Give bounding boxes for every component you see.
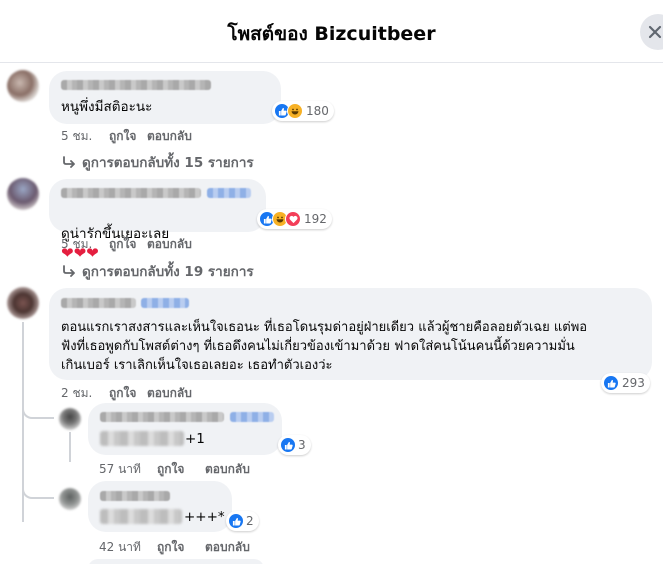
replier-badge-redacted [230, 412, 274, 422]
comment-bubble: หนูพึ่งมีสติอะนะ [49, 71, 281, 124]
view-replies-label: ดูการตอบกลับทั้ง 19 รายการ [82, 264, 254, 280]
reply-action[interactable]: ตอบกลับ [147, 235, 192, 254]
reply-text-suffix: +++* [184, 509, 225, 525]
reaction-count: 2 [246, 514, 254, 528]
view-replies-label: ดูการตอบกลับทั้ง 15 รายการ [82, 155, 254, 171]
like-reaction-icon [603, 375, 619, 391]
comment-meta: 5 ชม. ถูกใจ ตอบกลับ [61, 235, 192, 254]
post-dialog-header: โพสต์ของ Bizcuitbeer [0, 0, 663, 63]
commenter-badge-redacted [141, 298, 189, 308]
avatar[interactable] [7, 178, 39, 210]
view-replies-link[interactable]: ดูการตอบกลับทั้ง 15 รายการ [62, 151, 254, 173]
replier-name-redacted[interactable] [100, 491, 170, 501]
comment-timestamp[interactable]: 5 ชม. [61, 235, 109, 254]
close-icon [648, 25, 662, 39]
reaction-count: 180 [306, 104, 329, 118]
like-action[interactable]: ถูกใจ [157, 460, 205, 479]
commenter-name-redacted[interactable] [61, 80, 211, 90]
avatar[interactable] [59, 488, 81, 510]
avatar[interactable] [59, 408, 81, 430]
reaction-summary[interactable]: 293 [601, 373, 650, 393]
like-reaction-icon [228, 513, 244, 529]
reaction-summary[interactable]: 180 [272, 101, 334, 121]
avatar[interactable] [7, 70, 39, 102]
reaction-count: 192 [304, 212, 327, 226]
love-reaction-icon [285, 211, 301, 227]
reply-timestamp[interactable]: 57 นาที [99, 460, 157, 479]
reaction-summary[interactable]: 2 [226, 511, 259, 531]
reply-text-redacted [100, 509, 182, 524]
reaction-summary[interactable]: 3 [278, 435, 311, 455]
reply-connector [22, 395, 54, 419]
reaction-count: 293 [622, 376, 645, 390]
like-action[interactable]: ถูกใจ [157, 538, 205, 557]
reply-bubble-partial [88, 559, 264, 564]
comment-timestamp[interactable]: 2 ชม. [61, 384, 109, 403]
comment-bubble: ดูน่ารักขึ้นเยอะเลย ❤❤❤ [49, 179, 266, 262]
comment-meta: 2 ชม. ถูกใจ ตอบกลับ [61, 384, 192, 403]
view-replies-link[interactable]: ดูการตอบกลับทั้ง 19 รายการ [62, 260, 254, 282]
reply-action[interactable]: ตอบกลับ [205, 460, 250, 479]
avatar[interactable] [7, 287, 39, 319]
reply-meta: 42 นาที ถูกใจ ตอบกลับ [99, 538, 250, 557]
like-action[interactable]: ถูกใจ [109, 384, 147, 403]
haha-reaction-icon [287, 103, 303, 119]
like-action[interactable]: ถูกใจ [109, 127, 147, 146]
reply-action[interactable]: ตอบกลับ [147, 127, 192, 146]
commenter-badge-redacted [207, 188, 251, 198]
comment-bubble: ตอนแรกเราสงสารและเห็นใจเธอนะ ที่เธอโดนรุ… [49, 288, 652, 380]
reply-text-redacted [100, 431, 184, 446]
thread-line [69, 432, 71, 462]
reply-text-suffix: +1 [185, 431, 205, 447]
reply-bubble: +++* [88, 481, 232, 532]
reply-connector [22, 475, 54, 499]
reaction-count: 3 [298, 438, 306, 452]
comment-meta: 5 ชม. ถูกใจ ตอบกลับ [61, 127, 192, 146]
like-action[interactable]: ถูกใจ [109, 235, 147, 254]
reply-arrow-icon [63, 265, 75, 277]
comment-text: หนูพึ่งมีสติอะนะ [61, 99, 153, 115]
like-reaction-icon [280, 437, 296, 453]
reply-action[interactable]: ตอบกลับ [205, 538, 250, 557]
reaction-summary[interactable]: 192 [257, 209, 332, 229]
comment-text: ตอนแรกเราสงสารและเห็นใจเธอนะ ที่เธอโดนรุ… [61, 320, 588, 373]
reply-meta: 57 นาที ถูกใจ ตอบกลับ [99, 460, 250, 479]
reply-timestamp[interactable]: 42 นาที [99, 538, 157, 557]
reply-action[interactable]: ตอบกลับ [147, 384, 192, 403]
comment-timestamp[interactable]: 5 ชม. [61, 127, 109, 146]
reply-bubble: +1 [88, 403, 282, 455]
reply-arrow-icon [63, 156, 75, 168]
commenter-name-redacted[interactable] [61, 188, 201, 198]
commenter-name-redacted[interactable] [61, 298, 136, 308]
replier-name-redacted[interactable] [100, 412, 224, 422]
dialog-title: โพสต์ของ Bizcuitbeer [227, 23, 436, 45]
